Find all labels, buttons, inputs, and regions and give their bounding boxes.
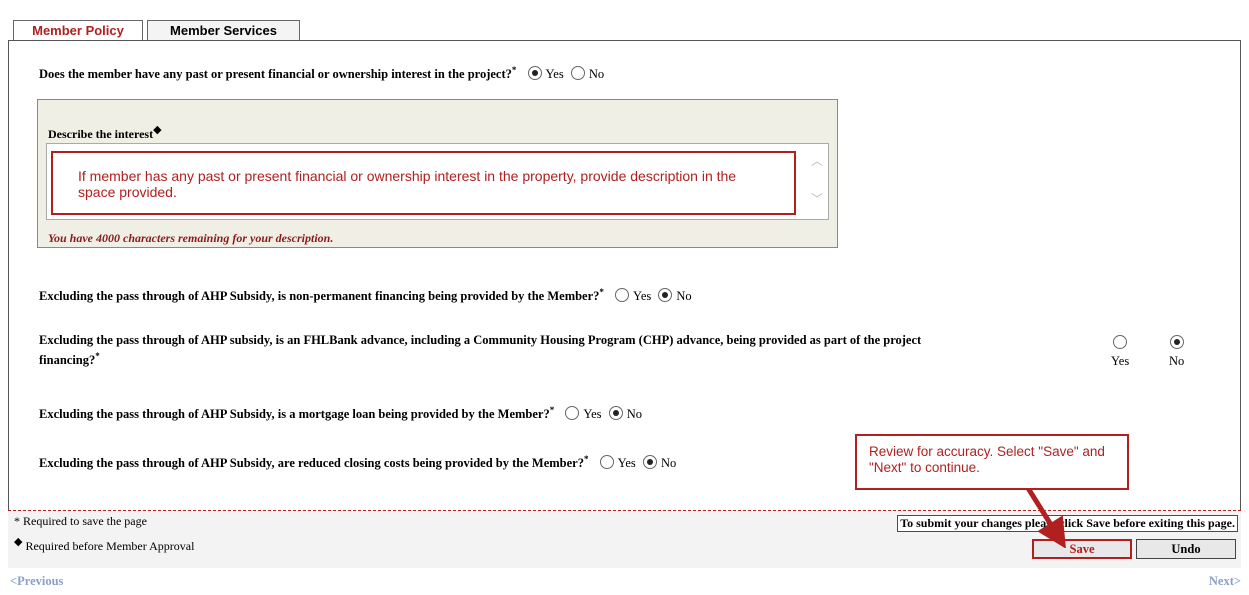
q5-no-radio[interactable] (642, 455, 657, 470)
question-mortgage-loan: Excluding the pass through of AHP Subsid… (39, 405, 642, 422)
q4-no-radio[interactable] (608, 406, 623, 421)
q5-yes-radio[interactable] (599, 455, 614, 470)
question-fhlbank-advance: Excluding the pass through of AHP subsid… (39, 333, 1109, 368)
q3-yes-option: Yes (1111, 335, 1129, 369)
q3-no-radio[interactable] (1169, 335, 1184, 349)
q2-no-radio[interactable] (658, 288, 673, 303)
next-link[interactable]: Next> (1209, 574, 1241, 589)
diamond-marker-icon: ◆ (153, 124, 162, 136)
tab-member-policy[interactable]: Member Policy (13, 20, 143, 41)
previous-link[interactable]: <Previous (10, 574, 63, 589)
scroll-down-icon[interactable]: ﹀ (811, 190, 823, 207)
textarea-scrollbar[interactable]: ︿ ﹀ (808, 150, 826, 214)
q2-yes-radio[interactable] (615, 288, 630, 303)
describe-interest-textarea[interactable]: If member has any past or present financ… (46, 143, 829, 220)
instruction-callout: If member has any past or present financ… (51, 151, 796, 215)
q1-no-radio[interactable] (570, 66, 585, 81)
question-non-permanent-financing: Excluding the pass through of AHP Subsid… (39, 287, 692, 304)
question-text: Excluding the pass through of AHP Subsid… (39, 289, 600, 304)
q3-no-option: No (1169, 335, 1184, 369)
required-save-note: * Required to save the page (14, 514, 147, 528)
required-approval-note: ◆ Required before Member Approval (14, 536, 195, 553)
q4-yes-radio[interactable] (565, 406, 580, 421)
scroll-up-icon[interactable]: ︿ (811, 152, 823, 169)
q3-yes-radio[interactable] (1113, 335, 1128, 349)
question-reduced-closing-costs: Excluding the pass through of AHP Subsid… (39, 454, 677, 471)
question-text: Excluding the pass through of AHP Subsid… (39, 407, 550, 422)
review-callout: Review for accuracy. Select "Save" and "… (855, 434, 1129, 490)
q1-yes-radio[interactable] (527, 66, 542, 81)
question-financial-interest: Does the member have any past or present… (39, 65, 605, 82)
question-text: Does the member have any past or present… (39, 67, 512, 82)
annotation-arrow-icon (1025, 488, 1066, 548)
characters-remaining: You have 4000 characters remaining for y… (48, 231, 334, 245)
question-text: Excluding the pass through of AHP Subsid… (39, 456, 584, 471)
question-text-line2: financing? (39, 353, 96, 368)
question-text-line1: Excluding the pass through of AHP subsid… (39, 333, 922, 347)
describe-interest-box: Describe the interest◆ If member has any… (37, 99, 838, 248)
tab-member-services[interactable]: Member Services (147, 20, 300, 41)
undo-button[interactable]: Undo (1136, 539, 1236, 559)
describe-interest-label: Describe the interest◆ (48, 124, 162, 141)
diamond-marker-icon: ◆ (14, 536, 23, 548)
